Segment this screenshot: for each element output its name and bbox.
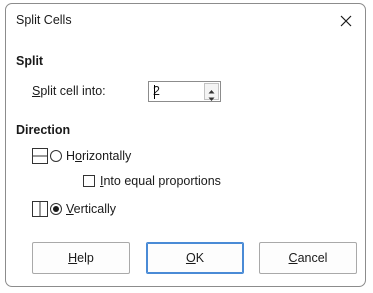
help-button[interactable]: Help bbox=[32, 242, 130, 274]
spin-down-button[interactable] bbox=[205, 92, 218, 101]
split-cell-into-label: Split cell into: bbox=[32, 84, 106, 98]
split-count-spinbox[interactable]: 2 bbox=[148, 81, 221, 102]
horizontally-label[interactable]: Horizontally bbox=[66, 149, 131, 163]
spin-up-button[interactable] bbox=[205, 84, 218, 94]
split-horizontal-icon bbox=[32, 148, 48, 164]
split-cells-dialog: Split Cells Split Split cell into: 2 Dir… bbox=[5, 3, 366, 287]
split-heading: Split bbox=[16, 54, 44, 68]
triangle-down-icon bbox=[208, 97, 215, 101]
horizontally-radio[interactable] bbox=[50, 150, 62, 162]
equal-proportions-checkbox[interactable] bbox=[83, 175, 95, 187]
dialog-title: Split Cells bbox=[16, 13, 72, 27]
spin-buttons bbox=[204, 83, 219, 101]
vertically-label[interactable]: Vertically bbox=[66, 202, 116, 216]
close-icon bbox=[340, 15, 352, 27]
close-button[interactable] bbox=[331, 6, 361, 36]
equal-proportions-label[interactable]: Into equal proportions bbox=[100, 174, 221, 188]
title-bar: Split Cells bbox=[6, 4, 365, 38]
split-vertical-icon bbox=[32, 201, 48, 217]
text-caret bbox=[154, 85, 155, 99]
vertically-radio[interactable] bbox=[50, 203, 62, 215]
direction-heading: Direction bbox=[16, 123, 71, 137]
cancel-button[interactable]: Cancel bbox=[259, 242, 357, 274]
ok-button[interactable]: OK bbox=[146, 242, 244, 274]
